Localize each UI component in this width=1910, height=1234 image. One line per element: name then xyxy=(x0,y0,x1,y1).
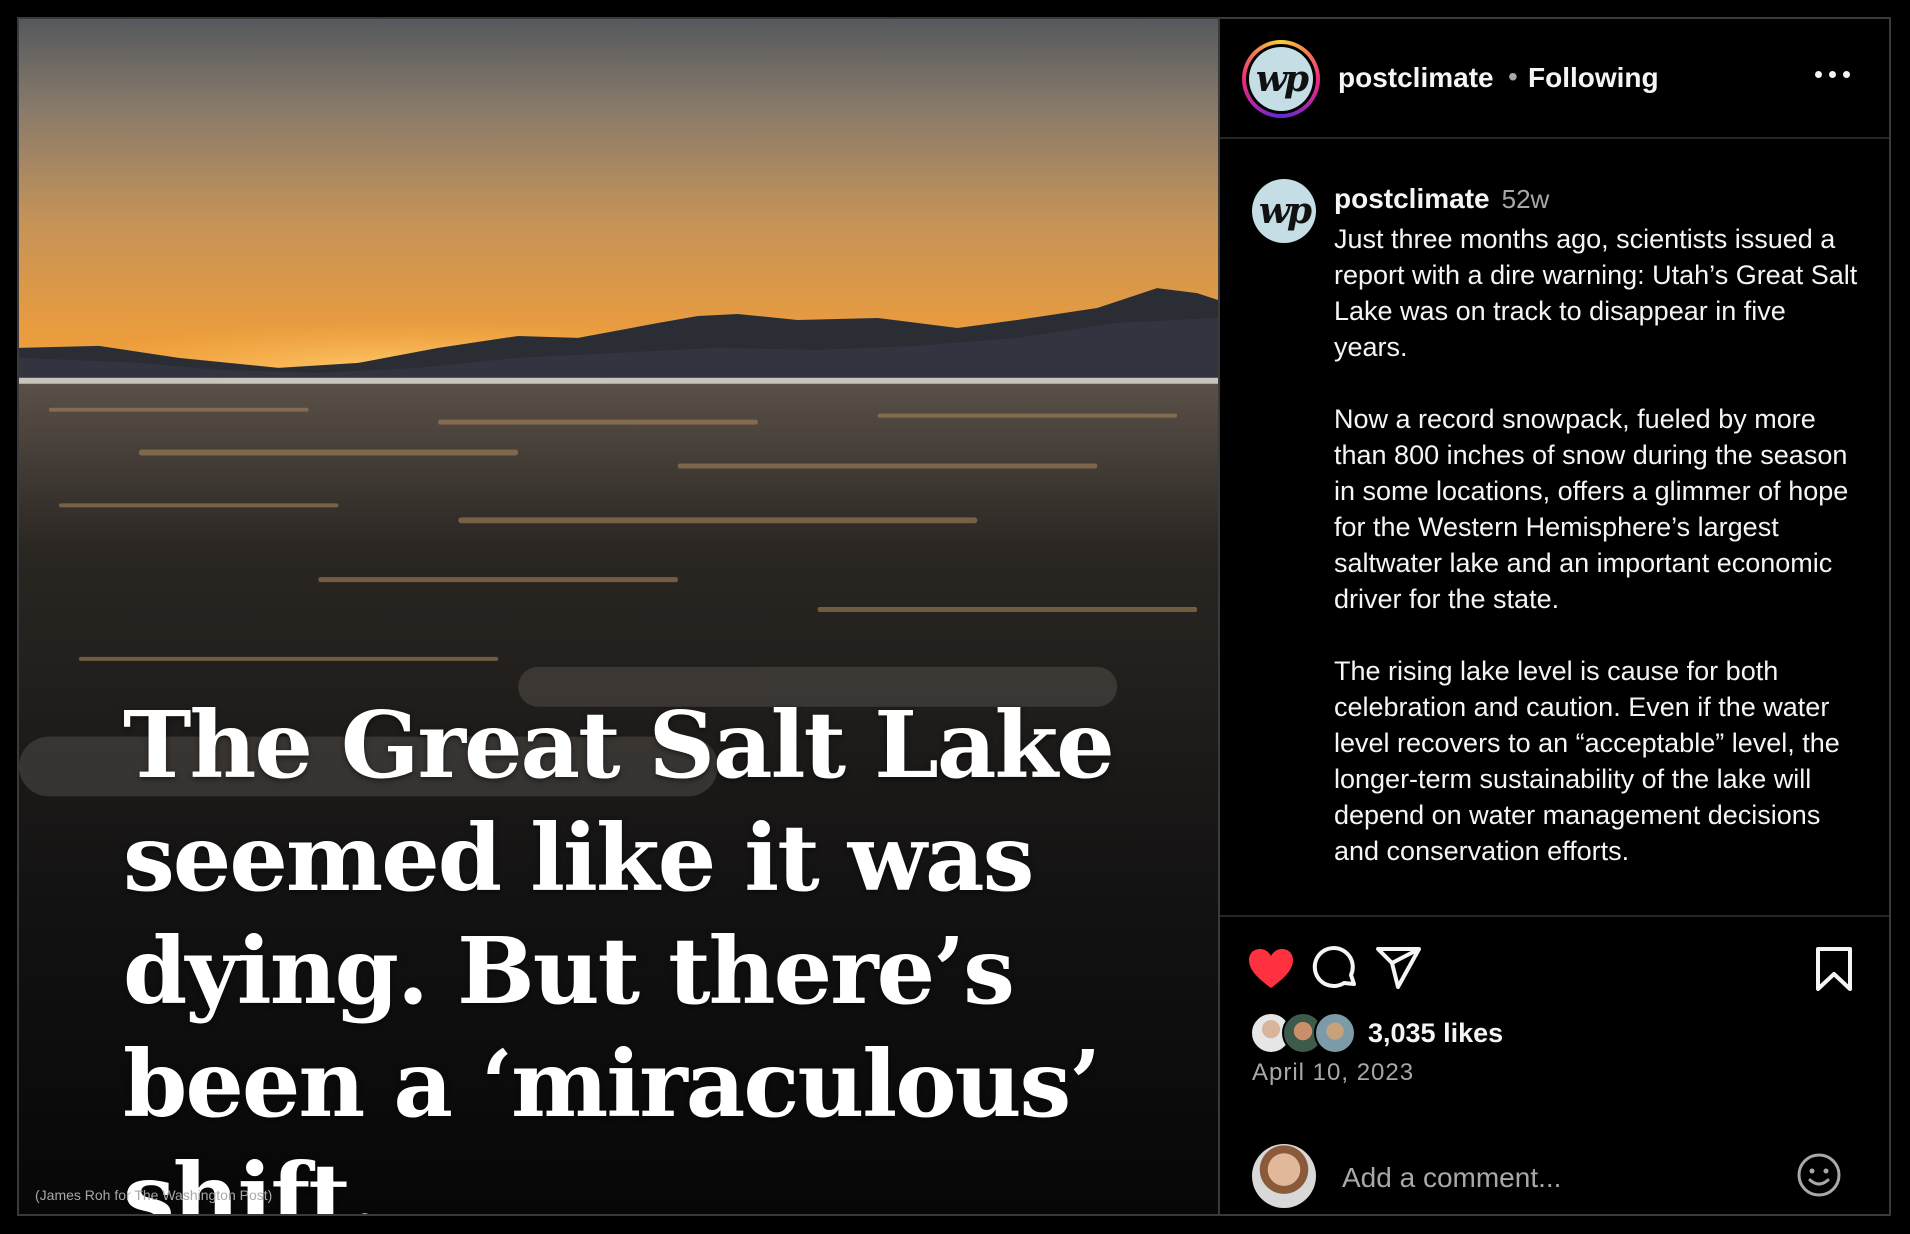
heart-icon[interactable] xyxy=(1246,944,1296,994)
emoji-icon[interactable] xyxy=(1795,1151,1843,1199)
caption-scroll-area[interactable]: wp postclimate 52w Just three months ago,… xyxy=(1220,139,1889,917)
post-dialog: The Great Salt Lake seemed like it was d… xyxy=(17,17,1891,1216)
bookmark-icon[interactable] xyxy=(1809,944,1859,994)
caption-timestamp: 52w xyxy=(1501,184,1550,214)
username-link[interactable]: postclimate xyxy=(1338,62,1494,94)
caption-username[interactable]: postclimate xyxy=(1334,183,1490,214)
caption-paragraph: Now a record snowpack, fueled by more th… xyxy=(1334,404,1849,614)
caption-avatar[interactable]: wp xyxy=(1252,179,1316,243)
headline-overlay: The Great Salt Lake seemed like it was d… xyxy=(123,691,1115,1214)
comment-icon[interactable] xyxy=(1310,944,1360,994)
photo-credit: (James Roh for The Washington Post) xyxy=(35,1187,273,1203)
user-avatar[interactable] xyxy=(1252,1144,1316,1208)
story-ring-avatar[interactable]: wp xyxy=(1242,40,1320,118)
comment-input[interactable] xyxy=(1340,1155,1764,1201)
post-header: wp postclimate • Following xyxy=(1220,19,1889,139)
caption-text: Just three months ago, scientists issued… xyxy=(1334,221,1864,905)
post-date: April 10, 2023 xyxy=(1252,1059,1415,1086)
caption-header: postclimate 52w xyxy=(1334,183,1549,215)
post-image[interactable]: The Great Salt Lake seemed like it was d… xyxy=(19,19,1220,1214)
following-button[interactable]: Following xyxy=(1528,62,1659,94)
separator-dot: • xyxy=(1508,61,1518,92)
more-icon[interactable] xyxy=(1815,71,1851,85)
likes-row[interactable]: 3,035 likes xyxy=(1250,1011,1503,1055)
post-sidebar: wp postclimate • Following wp postclimat… xyxy=(1220,19,1889,1214)
wp-logo-icon: wp xyxy=(1249,47,1313,111)
caption-paragraph: Just three months ago, scientists issued… xyxy=(1334,224,1858,362)
likes-count[interactable]: 3,035 likes xyxy=(1368,1018,1503,1049)
share-icon[interactable] xyxy=(1374,943,1424,993)
actions-section: 3,035 likes April 10, 2023 xyxy=(1220,917,1889,1217)
caption-paragraph: The rising lake level is cause for both … xyxy=(1334,656,1840,866)
liker-avatar xyxy=(1314,1012,1356,1054)
